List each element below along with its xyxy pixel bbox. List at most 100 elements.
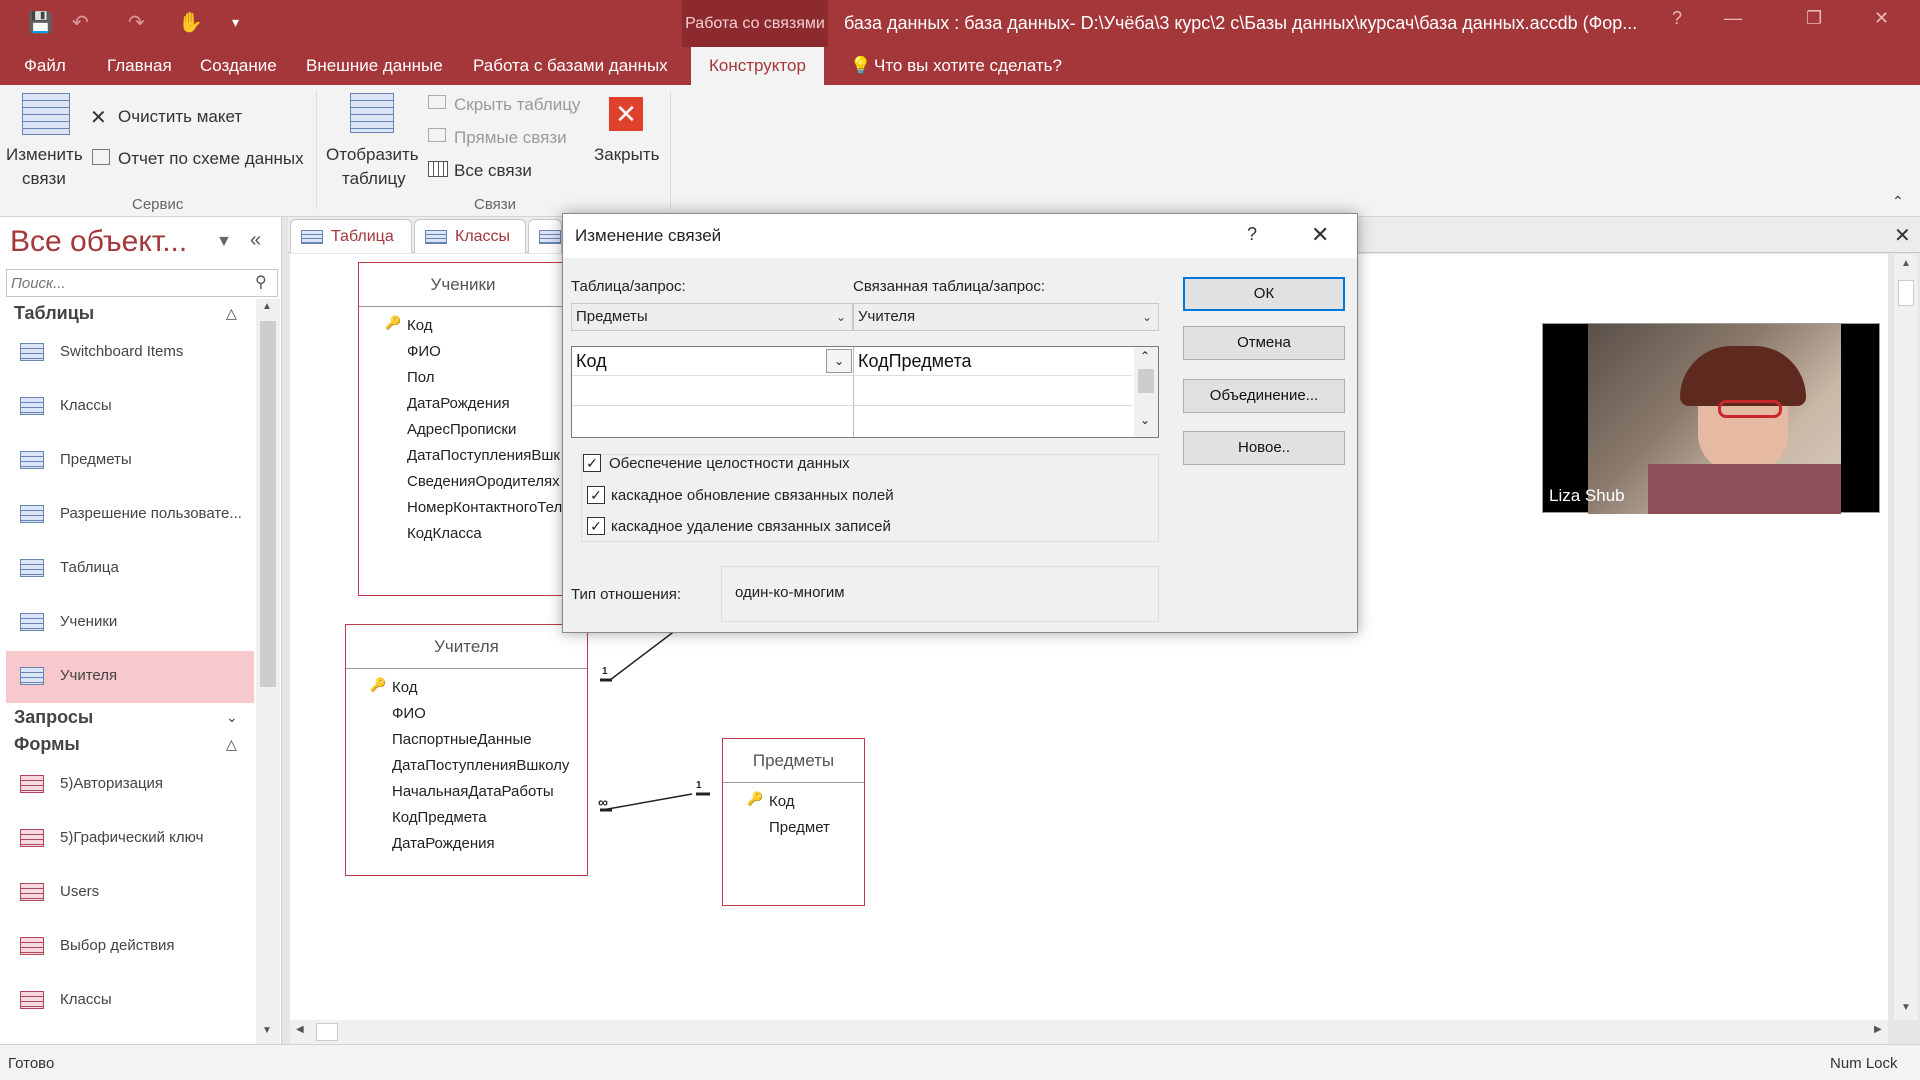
doc-tab[interactable]: Таблица [290,219,412,253]
nav-item-form[interactable]: Классы [6,975,254,1027]
edit-relationships-icon[interactable] [22,93,70,135]
all-relationships-button[interactable]: Все связи [454,161,532,181]
customize-qat-icon[interactable]: ▾ [232,14,239,31]
cascade-update-checkbox[interactable]: ✓ [587,486,605,504]
related-table-select[interactable]: Учителя ⌄ [853,303,1159,331]
category-forms[interactable]: Формы [14,734,80,755]
field[interactable]: ДатаПоступленияВшк [407,447,567,464]
field[interactable]: ПаспортныеДанные [392,731,532,748]
scroll-right-icon[interactable]: ▶ [1874,1024,1882,1035]
hide-table-icon[interactable] [428,95,446,109]
field[interactable]: Код [407,317,433,334]
show-table-button[interactable]: Отобразить [326,145,419,165]
clear-layout-button[interactable]: Очистить макет [118,107,242,127]
undo-icon[interactable]: ↶ [72,10,89,35]
create-new-button[interactable]: Новое.. [1183,431,1345,465]
doc-tab[interactable]: Классы [414,219,526,253]
doc-tab-partial[interactable] [528,219,562,253]
edit-relationships-button[interactable]: Изменить [6,145,83,165]
scroll-down-icon[interactable]: ▼ [262,1025,272,1036]
nav-search-input[interactable] [7,270,247,296]
field[interactable]: АдресПрописки [407,421,516,438]
scroll-up-icon[interactable]: ▲ [1901,258,1911,269]
grid-scroll-thumb[interactable] [1138,369,1154,393]
nav-item-table[interactable]: Таблица [6,543,254,595]
tab-external-data[interactable]: Внешние данные [302,47,447,85]
redo-icon[interactable]: ↷ [128,10,145,35]
minimize-icon[interactable]: — [1724,8,1742,29]
direct-relationships-icon[interactable] [428,128,446,142]
table-query-select[interactable]: Предметы ⌄ [571,303,853,331]
chevron-down-icon[interactable]: ⌄ [1140,413,1150,427]
ok-button[interactable]: ОК [1183,277,1345,311]
video-call-overlay[interactable]: Liza Shub [1542,323,1880,514]
all-relationships-icon[interactable] [428,161,448,177]
collapse-forms-icon[interactable]: △ [226,736,237,753]
dialog-help-icon[interactable]: ? [1247,224,1257,245]
nav-item-form[interactable]: Users [6,867,254,919]
collapse-pane-icon[interactable]: « [250,229,261,252]
tab-create[interactable]: Создание [196,47,281,85]
nav-item-table[interactable]: Предметы [6,435,254,487]
table-teachers[interactable]: Учителя 🔑 Код ФИО ПаспортныеДанные ДатаП… [345,624,588,876]
chevron-down-icon[interactable]: ⌄ [826,349,852,373]
expand-queries-icon[interactable]: ⌄ [226,709,238,726]
field[interactable]: ДатаПоступленияВшколу [392,757,569,774]
scroll-left-icon[interactable]: ◀ [296,1024,304,1035]
nav-item-table[interactable]: Switchboard Items [6,327,254,379]
tab-design[interactable]: Конструктор [691,47,824,85]
nav-scroll-thumb[interactable] [260,321,276,687]
field[interactable]: НачальнаяДатаРаботы [392,783,554,800]
help-icon[interactable]: ? [1672,8,1682,29]
chevron-down-icon[interactable]: ⌄ [836,304,846,330]
field[interactable]: Пол [407,369,435,386]
field[interactable]: ФИО [407,343,441,360]
nav-item-form[interactable]: 5)Авторизация [6,759,254,811]
direct-relationships-button[interactable]: Прямые связи [454,128,567,148]
scroll-up-icon[interactable]: ▲ [262,301,272,312]
integrity-checkbox[interactable]: ✓ [583,454,601,472]
join-type-button[interactable]: Объединение... [1183,379,1345,413]
nav-scrollbar[interactable]: ▲ ▼ [256,299,280,1044]
canvas-vertical-scrollbar[interactable]: ▲ ▼ [1894,254,1918,1020]
hide-table-button[interactable]: Скрыть таблицу [454,95,580,115]
close-relationships-icon[interactable]: ✕ [609,97,643,131]
table-students[interactable]: Ученики 🔑 Код ФИО Пол ДатаРождения Адрес… [358,262,568,596]
tab-home[interactable]: Главная [103,47,176,85]
save-icon[interactable]: 💾 [28,10,53,35]
cascade-delete-checkbox[interactable]: ✓ [587,517,605,535]
field[interactable]: НомерКонтактногоТел [407,499,567,516]
show-table-icon[interactable] [350,93,394,133]
tell-me-search[interactable]: Что вы хотите сделать? [870,47,1066,85]
tab-database-tools[interactable]: Работа с базами данных [469,47,672,85]
collapse-ribbon-icon[interactable]: ⌃ [1892,193,1904,210]
collapse-tables-icon[interactable]: △ [226,305,237,322]
show-table-button-line2[interactable]: таблицу [342,169,406,189]
maximize-icon[interactable]: ❐ [1806,8,1822,29]
grid-right-field[interactable]: КодПредмета [858,351,972,372]
field[interactable]: Код [769,793,795,810]
nav-pane-title[interactable]: Все объект... [10,225,187,259]
grid-scrollbar[interactable]: ⌃ ⌄ [1134,347,1158,437]
field[interactable]: Предмет [769,819,830,836]
field[interactable]: КодПредмета [392,809,487,826]
edit-relationships-button-line2[interactable]: связи [22,169,66,189]
category-tables[interactable]: Таблицы [14,303,94,324]
field[interactable]: Код [392,679,418,696]
close-window-icon[interactable]: ✕ [1874,8,1889,29]
chevron-down-icon[interactable]: ⌄ [1142,304,1152,330]
report-icon[interactable] [92,149,110,165]
canvas-scroll-thumb[interactable] [1898,280,1914,306]
nav-item-form[interactable]: Выбор действия [6,921,254,973]
field[interactable]: ДатаРождения [407,395,510,412]
field[interactable]: ФИО [392,705,426,722]
nav-item-table[interactable]: Разрешение пользовате... [6,489,254,541]
canvas-horizontal-scrollbar[interactable]: ◀ ▶ [290,1020,1888,1044]
nav-item-table-selected[interactable]: Учителя [6,651,254,703]
category-queries[interactable]: Запросы [14,707,93,728]
nav-item-table[interactable]: Классы [6,381,254,433]
nav-item-form[interactable]: 5)Графический ключ [6,813,254,865]
canvas-hscroll-thumb[interactable] [316,1023,338,1041]
field[interactable]: ДатаРождения [392,835,495,852]
search-icon[interactable]: ⚲ [255,272,267,292]
